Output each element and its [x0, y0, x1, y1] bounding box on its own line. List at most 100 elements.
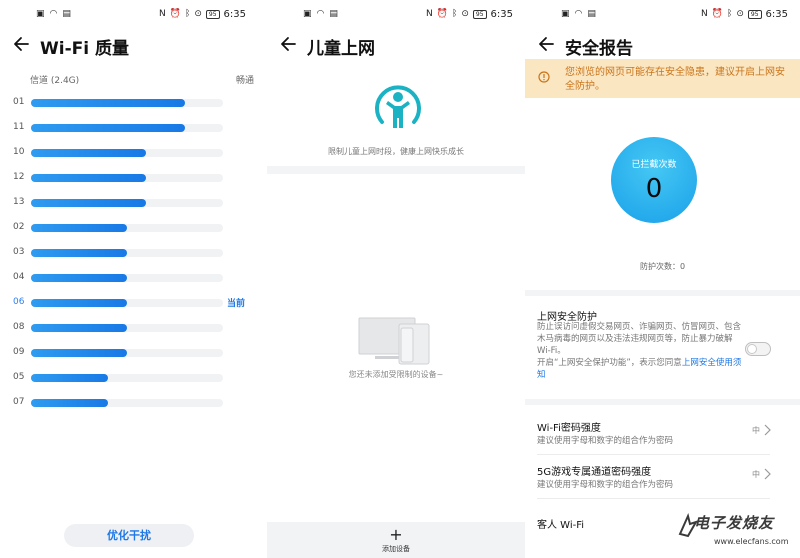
warning-icon: [538, 71, 550, 83]
chevron-right-icon: [764, 424, 771, 436]
image-icon: ▣: [36, 9, 45, 19]
row-divider: [537, 498, 770, 499]
channel-number: 09: [13, 347, 25, 357]
bottom-action-bar: + 添加设备: [267, 522, 525, 558]
blocked-count: 0: [645, 174, 663, 204]
channel-quality-bar: [31, 399, 108, 407]
blocked-label: 已拦截次数: [631, 160, 677, 170]
channel-quality-bar: [31, 349, 127, 357]
kids-internet-screen: ▣ ◠ ▤ N ⏰ ᛒ ⊙ 95 6:35 儿童上网 限制儿童上网时段，健康上网…: [267, 0, 525, 558]
gallery-icon: ▤: [587, 9, 596, 19]
channel-quality-track: [31, 324, 223, 332]
channel-row: 09: [0, 345, 258, 359]
location-icon: ⊙: [194, 9, 202, 19]
row-title: 客人 Wi-Fi: [537, 520, 585, 531]
plus-icon: +: [389, 525, 403, 544]
protection-toggle[interactable]: [745, 342, 771, 356]
section-divider: [525, 290, 800, 296]
section-divider: [525, 399, 800, 405]
channel-number: 12: [13, 172, 25, 182]
wifi-icon: ◠: [49, 9, 58, 19]
wifi-icon: ◠: [574, 9, 583, 19]
channel-number: 01: [13, 97, 25, 107]
protection-notice: 开启“上网安全保护功能”，表示您同意上网安全使用须知: [537, 357, 742, 381]
channel-quality-bar: [31, 224, 127, 232]
add-device-button[interactable]: + 添加设备: [267, 527, 525, 554]
channel-row: 11: [0, 120, 258, 134]
back-arrow-icon[interactable]: [12, 34, 32, 54]
battery-indicator: 95: [472, 9, 487, 19]
bluetooth-icon: ᛒ: [451, 9, 458, 19]
channel-quality-bar: [31, 324, 127, 332]
watermark-brand: 电子发烧友: [694, 514, 775, 532]
channel-quality-track: [31, 299, 223, 307]
game-channel-password-strength-row[interactable]: 5G游戏专属通道密码强度 建议使用字母和数字的组合作为密码 中: [525, 463, 800, 499]
security-warning-banner: 您浏览的网页可能存在安全隐患，建议开启上网安全防护。: [525, 59, 800, 98]
channel-row: 12: [0, 170, 258, 184]
alarm-icon: ⏰: [711, 9, 723, 19]
channel-quality-bar: [31, 174, 146, 182]
channel-quality-track: [31, 224, 223, 232]
channel-number: 05: [13, 372, 25, 382]
channel-quality-track: [31, 124, 223, 132]
gallery-icon: ▤: [329, 9, 338, 19]
status-time: 6:35: [223, 8, 246, 20]
optimize-interference-button[interactable]: 优化干扰: [64, 524, 194, 547]
notice-text: 开启“上网安全保护功能”，表示您同意: [537, 358, 682, 368]
add-device-label: 添加设备: [382, 545, 410, 553]
channel-number: 04: [13, 272, 25, 282]
channel-row: 04: [0, 270, 258, 284]
channel-row: 13: [0, 195, 258, 209]
channel-number: 08: [13, 322, 25, 332]
section-divider: [267, 166, 525, 174]
back-arrow-icon[interactable]: [537, 34, 557, 54]
page-title: Wi-Fi 质量: [40, 39, 129, 59]
channel-header: 信道 (2.4G): [30, 76, 80, 86]
battery-indicator: 95: [747, 9, 762, 19]
row-subtitle: 建议使用字母和数字的组合作为密码: [537, 480, 674, 490]
channel-row: 03: [0, 245, 258, 259]
channel-quality-track: [31, 149, 223, 157]
channel-number: 10: [13, 147, 25, 157]
chevron-right-icon: [764, 468, 771, 480]
current-channel-tag: 当前: [227, 299, 246, 309]
channel-quality-bar: [31, 149, 146, 157]
wifi-password-strength-row[interactable]: Wi-Fi密码强度 建议使用字母和数字的组合作为密码 中: [525, 419, 800, 455]
battery-indicator: 95: [205, 9, 220, 19]
header: Wi-Fi 质量: [0, 32, 258, 60]
nfc-icon: N: [700, 9, 708, 19]
channel-quality-bar: [31, 299, 127, 307]
status-bar: ▣ ◠ ▤ N ⏰ ᛒ ⊙ 95 6:35: [267, 8, 525, 22]
channel-row: 01: [0, 95, 258, 109]
channel-row: 10: [0, 145, 258, 159]
toggle-knob: [747, 344, 757, 354]
status-time: 6:35: [765, 8, 788, 20]
channel-quality-bar: [31, 249, 127, 257]
devices-illustration-icon: [358, 317, 430, 365]
row-title: Wi-Fi密码强度: [537, 423, 601, 434]
channel-quality-track: [31, 199, 223, 207]
location-icon: ⊙: [461, 9, 469, 19]
header: 儿童上网: [267, 32, 525, 60]
empty-state-text: 您还未添加受限制的设备~: [348, 370, 444, 379]
row-title: 5G游戏专属通道密码强度: [537, 467, 652, 478]
channel-quality-track: [31, 249, 223, 257]
channel-number: 06: [13, 297, 25, 307]
gallery-icon: ▤: [62, 9, 71, 19]
bluetooth-icon: ᛒ: [184, 9, 191, 19]
channel-quality-bar: [31, 199, 146, 207]
channel-number: 13: [13, 197, 25, 207]
strength-value: 中: [752, 470, 760, 479]
status-bar: ▣ ◠ ▤ N ⏰ ᛒ ⊙ 95 6:35: [0, 8, 258, 22]
feature-description: 限制儿童上网时段，健康上网快乐成长: [328, 147, 464, 156]
back-arrow-icon[interactable]: [279, 34, 299, 54]
protection-description: 防止误访问虚假交易网页、诈骗网页、仿冒网页、包含木马病毒的网页以及违法违规网页等…: [537, 322, 742, 356]
channel-quality-bar: [31, 99, 185, 107]
strength-value: 中: [752, 426, 760, 435]
page-title: 儿童上网: [307, 39, 375, 59]
channel-quality-bar: [31, 274, 127, 282]
blocked-count-circle: 已拦截次数 0: [611, 137, 697, 223]
channel-row: 06 当前: [0, 295, 258, 309]
channel-number: 11: [13, 122, 25, 132]
status-header: 畅通: [236, 76, 255, 86]
